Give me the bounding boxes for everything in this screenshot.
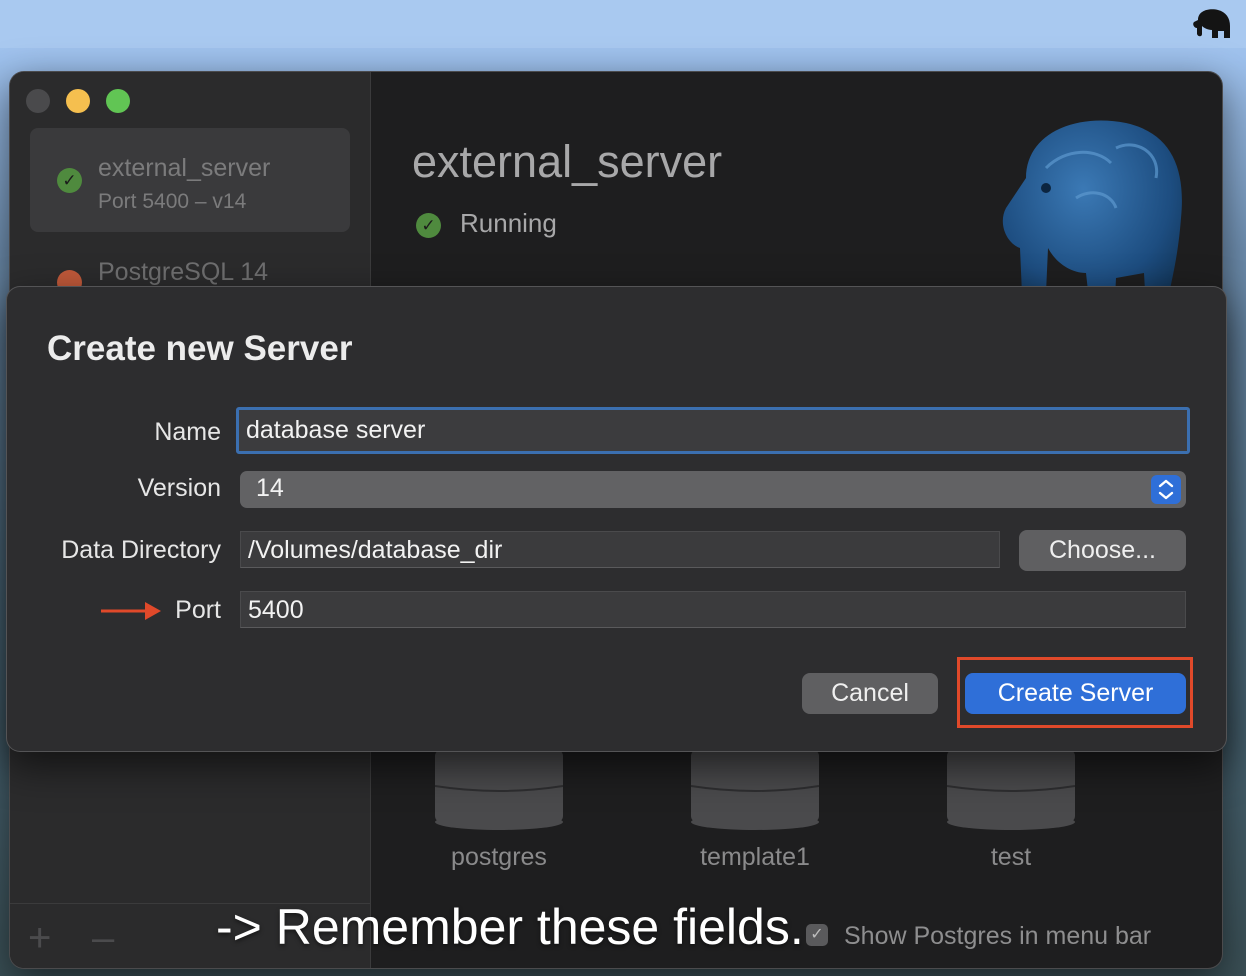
menu-bar [0,0,1246,48]
checkmark-icon: ✓ [57,168,82,193]
show-in-menubar-checkbox[interactable]: ✓ [806,924,828,946]
maximize-window-button[interactable] [106,89,130,113]
sidebar-server-external[interactable]: ✓ external_server Port 5400 – v14 [30,128,350,232]
version-value: 14 [256,474,284,502]
cancel-button[interactable]: Cancel [802,673,938,714]
data-directory-field[interactable]: /Volumes/database_dir [240,531,1000,568]
create-server-dialog: Create new Server Name database server V… [7,287,1226,751]
database-icon [946,750,1076,830]
database-icon [690,750,820,830]
remove-server-button[interactable]: – [92,918,114,958]
running-status-icon: ✓ [416,213,441,238]
database-template1[interactable]: template1 [690,750,820,872]
dialog-title: Create new Server [47,329,353,368]
add-server-button[interactable]: + [28,918,51,958]
elephant-icon[interactable] [1190,6,1232,42]
close-window-button[interactable] [26,89,50,113]
database-label: postgres [451,843,547,871]
port-field[interactable]: 5400 [240,591,1186,628]
show-in-menubar-label: Show Postgres in menu bar [844,922,1152,950]
data-directory-label: Data Directory [61,536,221,564]
server-name: external_server [98,154,271,182]
arrow-right-icon [101,602,161,620]
server-subtitle: Port 5400 – v14 [98,190,247,213]
chevron-up-down-icon [1151,475,1181,504]
port-label: Port [175,596,221,624]
database-icon [434,750,564,830]
version-label: Version [137,474,221,502]
name-field[interactable]: database server [236,407,1190,454]
create-server-button[interactable]: Create Server [965,673,1186,714]
choose-button[interactable]: Choose... [1019,530,1186,571]
server-title: external_server [412,136,723,187]
tutorial-annotation: -> Remember these fields. [216,899,804,955]
database-postgres[interactable]: postgres [434,750,564,872]
name-label: Name [154,418,221,446]
minimize-window-button[interactable] [66,89,90,113]
database-test[interactable]: test [946,750,1076,872]
database-label: template1 [700,843,810,871]
sidebar-server-postgresql14[interactable]: PostgreSQL 14 [98,258,268,287]
server-status: Running [460,208,557,238]
version-select[interactable]: 14 [240,471,1186,508]
database-label: test [990,843,1032,871]
